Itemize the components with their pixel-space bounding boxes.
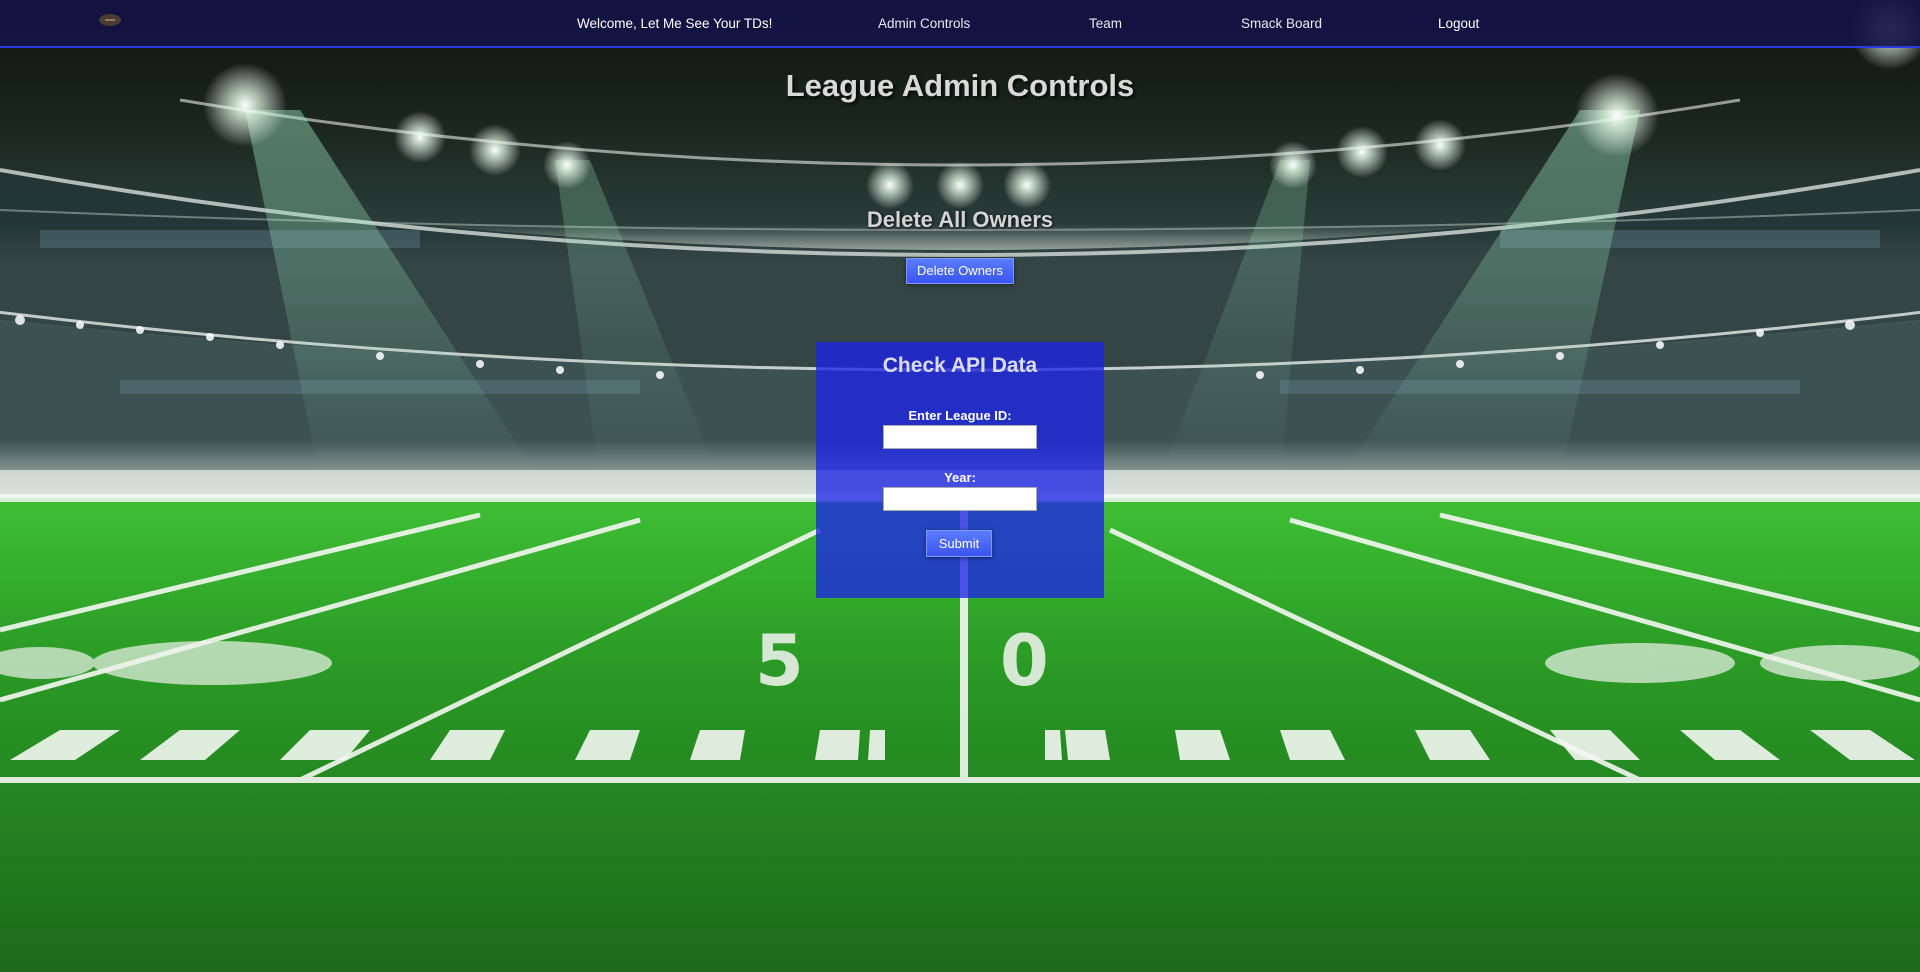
nav-logout-link[interactable]: Logout bbox=[1438, 16, 1479, 31]
check-api-data-heading: Check API Data bbox=[882, 354, 1038, 377]
page-title: League Admin Controls bbox=[785, 68, 1135, 103]
nav-smack-board-link[interactable]: Smack Board bbox=[1241, 16, 1322, 31]
nav-admin-controls-link[interactable]: Admin Controls bbox=[878, 16, 970, 31]
league-id-input[interactable] bbox=[883, 425, 1037, 449]
submit-button[interactable]: Submit bbox=[926, 530, 992, 557]
nav-team-link[interactable]: Team bbox=[1089, 16, 1122, 31]
football-logo-icon[interactable] bbox=[97, 12, 123, 28]
svg-text:0: 0 bbox=[1000, 620, 1049, 702]
nav-welcome-link[interactable]: Welcome, Let Me See Your TDs! bbox=[577, 16, 772, 31]
year-input[interactable] bbox=[883, 487, 1037, 511]
year-label: Year: bbox=[944, 470, 976, 485]
check-api-data-panel: Check API Data Enter League ID: Year: Su… bbox=[816, 342, 1104, 598]
delete-owners-heading: Delete All Owners bbox=[866, 207, 1054, 232]
svg-text:5: 5 bbox=[755, 620, 804, 702]
league-id-label: Enter League ID: bbox=[908, 408, 1012, 423]
top-nav-bar: Welcome, Let Me See Your TDs! Admin Cont… bbox=[0, 0, 1920, 48]
delete-owners-button[interactable]: Delete Owners bbox=[906, 258, 1014, 284]
